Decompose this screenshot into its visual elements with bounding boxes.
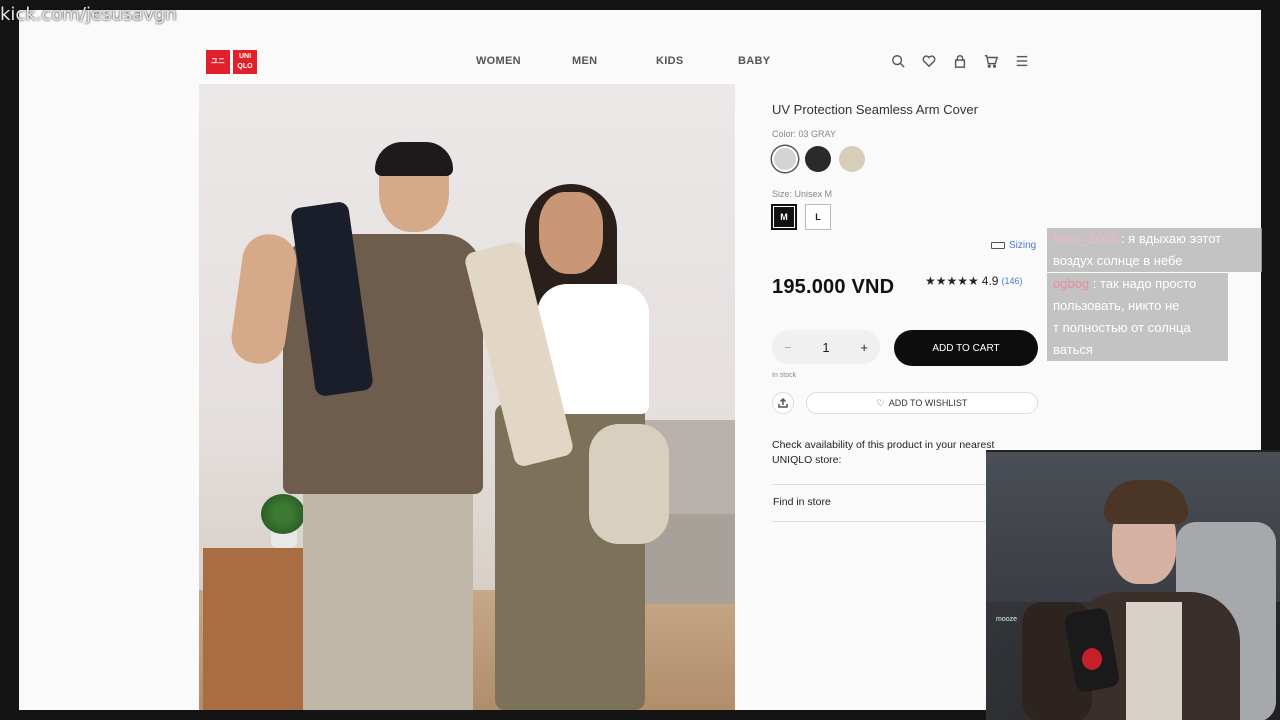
chat-text: : так надо просто: [1089, 276, 1197, 291]
wishlist-label: ADD TO WISHLIST: [888, 398, 968, 408]
rating-stars: ★★★★★: [925, 274, 979, 288]
quantity-value: 1: [822, 339, 830, 355]
main-nav: WOMEN MEN KIDS BABY: [19, 55, 1261, 69]
nav-baby[interactable]: BABY: [738, 55, 770, 67]
chat-text: пользовать, никто не: [1053, 298, 1180, 313]
product-rating[interactable]: ★★★★★ 4.9 (146): [925, 274, 1023, 288]
user-icon[interactable]: [952, 53, 968, 69]
rating-value: 4.9: [981, 274, 999, 288]
streamer-hair: [1104, 480, 1188, 524]
photo-plant: [261, 494, 305, 534]
sizing-link[interactable]: Sizing: [991, 240, 1036, 251]
share-button[interactable]: [772, 392, 794, 414]
rating-count: (146): [1001, 276, 1023, 286]
nav-kids[interactable]: KIDS: [656, 55, 683, 67]
nav-women[interactable]: WOMEN: [476, 55, 521, 67]
cart-icon[interactable]: [983, 53, 999, 69]
add-to-wishlist-button[interactable]: ♡ ADD TO WISHLIST: [806, 392, 1038, 414]
quantity-stepper: − 1 +: [772, 330, 880, 364]
menu-icon[interactable]: [1014, 53, 1030, 69]
share-icon: [778, 398, 788, 408]
photo-side-table: [203, 548, 307, 710]
chat-text: ваться: [1053, 342, 1093, 357]
color-swatch-beige[interactable]: [839, 146, 865, 172]
chat-text: : я вдыхаю ээтот: [1117, 231, 1222, 246]
model-1-pants: [303, 488, 473, 710]
color-swatch-black[interactable]: [805, 146, 831, 172]
size-option-m[interactable]: M: [771, 204, 797, 230]
stream-url-overlay: kick.com/jesusavgn: [0, 4, 177, 25]
heart-icon[interactable]: [921, 53, 937, 69]
size-label: Size: Unisex M: [772, 189, 833, 199]
ruler-icon: [991, 242, 1005, 249]
color-label: Color: 03 GRAY: [772, 129, 836, 139]
search-icon[interactable]: [890, 53, 906, 69]
chat-message-2: ogbog : так надо просто пользовать, никт…: [1047, 273, 1228, 361]
model-1-hair: [375, 142, 453, 176]
color-swatch-gray[interactable]: [772, 146, 798, 172]
product-price: 195.000 VND: [772, 276, 895, 298]
heart-outline-icon: ♡: [876, 397, 885, 408]
stock-status: In stock: [772, 372, 797, 379]
find-in-store-link[interactable]: Find in store: [773, 496, 831, 508]
streamer-tshirt: [1126, 602, 1182, 720]
chat-username: NiKo_2004: [1053, 231, 1118, 246]
streamer-webcam: mooze: [986, 450, 1280, 720]
chat-text: т полностью от солнца: [1053, 320, 1191, 335]
model-2-bag: [589, 424, 669, 544]
size-option-l[interactable]: L: [805, 204, 831, 230]
mic-arm-label: mooze: [996, 616, 1018, 623]
microphone-logo: [1082, 648, 1102, 670]
quantity-decrease-button[interactable]: −: [784, 340, 792, 355]
nav-men[interactable]: MEN: [572, 55, 597, 67]
chat-text: воздух солнце в небе: [1053, 253, 1183, 268]
sizing-label: Sizing: [1009, 240, 1037, 251]
quantity-increase-button[interactable]: +: [860, 340, 868, 355]
product-photo: [199, 84, 735, 710]
store-availability-text: Check availability of this product in yo…: [772, 439, 995, 466]
model-2-head: [539, 192, 603, 274]
chat-username: ogbog: [1053, 276, 1090, 291]
add-to-cart-button[interactable]: ADD TO CART: [894, 330, 1038, 366]
chat-message-1: NiKo_2004 : я вдыхаю ээтот воздух солнце…: [1047, 228, 1262, 272]
product-title: UV Protection Seamless Arm Cover: [772, 102, 978, 117]
